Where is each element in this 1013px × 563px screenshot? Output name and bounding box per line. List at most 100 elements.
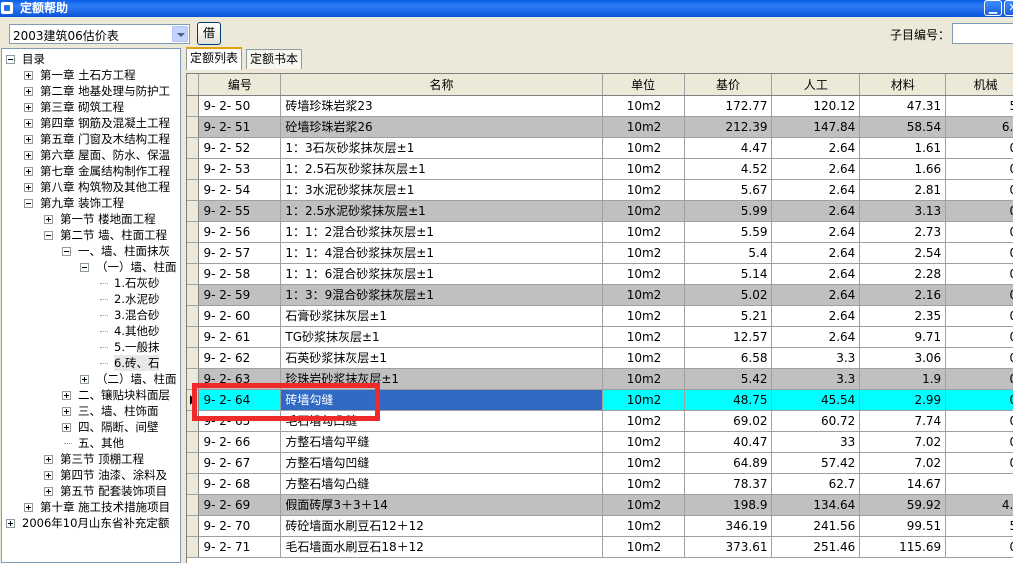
cell-base-price[interactable]: 198.9 xyxy=(684,494,773,516)
cell-labor[interactable]: 2.64 xyxy=(771,221,861,243)
table-row[interactable]: 9- 2- 581：1：6混合砂浆抹灰层±110m25.142.642.280. xyxy=(187,263,1013,285)
tree-node[interactable]: 第六章 屋面、防水、保温 xyxy=(2,147,180,163)
tree-node[interactable]: 1.石灰砂 xyxy=(2,275,180,291)
row-indicator[interactable] xyxy=(187,410,200,432)
cell-base-price[interactable]: 346.19 xyxy=(684,515,773,537)
cell-code[interactable]: 9- 2- 60 xyxy=(198,305,282,327)
table-row[interactable]: 9- 2- 70 砖砼墙面水刷豆石12＋12 10m2 346.19 241.56 99.… xyxy=(187,515,1013,537)
tree-node[interactable]: 第三节 顶棚工程 xyxy=(2,451,180,467)
cell-base-price[interactable]: 172.77 xyxy=(684,95,773,117)
cell-unit[interactable]: 10m2 xyxy=(602,200,685,222)
cell-unit[interactable]: 10m2 xyxy=(602,158,685,180)
tree-node[interactable]: 第三章 砌筑工程 xyxy=(2,99,180,115)
cell-labor[interactable]: 2.64 xyxy=(771,263,861,285)
row-indicator[interactable] xyxy=(187,263,200,285)
header-base-price[interactable]: 基价 xyxy=(684,74,773,96)
cell-name[interactable]: 石英砂浆抹灰层±1 xyxy=(280,347,603,369)
tree-node[interactable]: 6.砖、石 xyxy=(2,355,180,371)
cell-unit[interactable]: 10m2 xyxy=(602,326,685,348)
table-row[interactable]: 9- 2- 531：2.5石灰砂浆抹灰层±110m24.522.641.660. xyxy=(187,158,1013,180)
cell-base-price[interactable]: 4.52 xyxy=(684,158,773,180)
cell-labor[interactable]: 62.7 xyxy=(771,473,861,495)
table-row[interactable]: 9- 2- 66方整石墙勾平缝10m240.47337.020. xyxy=(187,431,1013,453)
cell-machine[interactable]: 0. xyxy=(945,200,1013,222)
cell-base-price[interactable]: 6.58 xyxy=(684,347,773,369)
cell-labor[interactable]: 33 xyxy=(771,431,861,453)
cell-material[interactable]: 7.02 xyxy=(859,452,947,474)
cell-name[interactable]: 1：3石灰砂浆抹灰层±1 xyxy=(280,137,603,159)
cell-labor[interactable]: 251.46 xyxy=(771,536,861,558)
expand-plus-icon[interactable] xyxy=(24,503,33,512)
header-name[interactable]: 名称 xyxy=(280,74,603,96)
cell-unit[interactable]: 10m2 xyxy=(602,452,685,474)
table-row[interactable]: 9- 2- 67方整石墙勾凹缝10m264.8957.427.020. xyxy=(187,452,1013,474)
row-indicator[interactable] xyxy=(187,473,200,495)
cell-unit[interactable]: 10m2 xyxy=(602,242,685,264)
cell-machine[interactable]: 0. xyxy=(945,410,1013,432)
cell-labor[interactable]: 2.64 xyxy=(771,305,861,327)
row-indicator[interactable] xyxy=(187,200,200,222)
expand-plus-icon[interactable] xyxy=(62,407,71,416)
cell-material[interactable]: 2.28 xyxy=(859,263,947,285)
cell-material[interactable]: 9.71 xyxy=(859,326,947,348)
cell-material[interactable]: 1.61 xyxy=(859,137,947,159)
cell-name[interactable]: 1：2.5水泥砂浆抹灰层±1 xyxy=(280,200,603,222)
cell-code[interactable]: 9- 2- 67 xyxy=(198,452,282,474)
header-material[interactable]: 材料 xyxy=(859,74,947,96)
cell-name[interactable]: 1：3水泥砂浆抹灰层±1 xyxy=(280,179,603,201)
expand-plus-icon[interactable] xyxy=(24,103,33,112)
expand-plus-icon[interactable] xyxy=(62,391,71,400)
cell-code[interactable]: 9- 2- 65 xyxy=(198,410,282,432)
cell-unit[interactable]: 10m2 xyxy=(602,137,685,159)
close-button[interactable]: ✕ xyxy=(1004,0,1013,16)
row-indicator[interactable] xyxy=(187,515,200,537)
cell-machine[interactable]: 0. xyxy=(945,179,1013,201)
row-indicator[interactable] xyxy=(187,221,200,243)
tree-node[interactable]: 三、墙、柱饰面 xyxy=(2,403,180,419)
chapter-tree[interactable]: 目录 第一章 土石方工程 第二章 地基处理与防护工 第三章 砌筑工程 第四章 钢筋及混凝… xyxy=(1,48,181,563)
expand-plus-icon[interactable] xyxy=(24,167,33,176)
cell-machine[interactable]: 4.3 xyxy=(945,494,1013,516)
cell-code[interactable]: 9- 2- 71 xyxy=(198,536,282,558)
cell-material[interactable]: 2.35 xyxy=(859,305,947,327)
row-indicator[interactable] xyxy=(187,158,200,180)
cell-labor[interactable]: 60.72 xyxy=(771,410,861,432)
cell-unit[interactable]: 10m2 xyxy=(602,368,685,390)
tree-node[interactable]: 第十章 施工技术措施项目 xyxy=(2,499,180,515)
cell-unit[interactable]: 10m2 xyxy=(602,431,685,453)
expand-plus-icon[interactable] xyxy=(24,151,33,160)
cell-code[interactable]: 9- 2- 58 xyxy=(198,263,282,285)
cell-code[interactable]: 9- 2- 64 xyxy=(198,389,282,411)
tree-node[interactable]: （二）墙、柱面 xyxy=(2,371,180,387)
tree-node[interactable]: 4.其他砂 xyxy=(2,323,180,339)
cell-material[interactable]: 2.54 xyxy=(859,242,947,264)
tree-node[interactable]: 第一节 楼地面工程 xyxy=(2,211,180,227)
cell-code[interactable]: 9- 2- 56 xyxy=(198,221,282,243)
expand-plus-icon[interactable] xyxy=(44,471,53,480)
cell-name[interactable]: 方整石墙勾凹缝 xyxy=(280,452,603,474)
cell-machine[interactable]: 0. xyxy=(945,137,1013,159)
cell-machine[interactable]: 0. xyxy=(945,158,1013,180)
quota-book-dropdown[interactable]: 2003建筑06估价表 xyxy=(9,24,190,44)
cell-code[interactable]: 9- 2- 50 xyxy=(198,95,282,117)
cell-machine[interactable] xyxy=(945,473,1013,495)
cell-base-price[interactable]: 5.59 xyxy=(684,221,773,243)
cell-material[interactable]: 47.31 xyxy=(859,95,947,117)
table-row[interactable]: 9- 2- 60石膏砂浆抹灰层±110m25.212.642.350. xyxy=(187,305,1013,327)
cell-labor[interactable]: 2.64 xyxy=(771,158,861,180)
cell-name[interactable]: 砖墙珍珠岩浆23 xyxy=(280,95,603,117)
cell-labor[interactable]: 2.64 xyxy=(771,137,861,159)
cell-labor[interactable]: 241.56 xyxy=(771,515,861,537)
cell-machine[interactable]: 0. xyxy=(945,263,1013,285)
cell-base-price[interactable]: 5.99 xyxy=(684,200,773,222)
cell-labor[interactable]: 45.54 xyxy=(771,389,861,411)
tree-node[interactable]: 2006年10月山东省补充定额 xyxy=(2,515,180,531)
cell-labor[interactable]: 147.84 xyxy=(771,116,861,138)
cell-material[interactable]: 3.13 xyxy=(859,200,947,222)
table-row[interactable]: 9- 2- 591：3：9混合砂浆抹灰层±110m25.022.642.160. xyxy=(187,284,1013,306)
cell-code[interactable]: 9- 2- 66 xyxy=(198,431,282,453)
row-indicator[interactable] xyxy=(187,284,200,306)
cell-unit[interactable]: 10m2 xyxy=(602,179,685,201)
expand-plus-icon[interactable] xyxy=(24,71,33,80)
cell-name[interactable]: 假面砖厚3＋3＋14 xyxy=(280,494,603,516)
